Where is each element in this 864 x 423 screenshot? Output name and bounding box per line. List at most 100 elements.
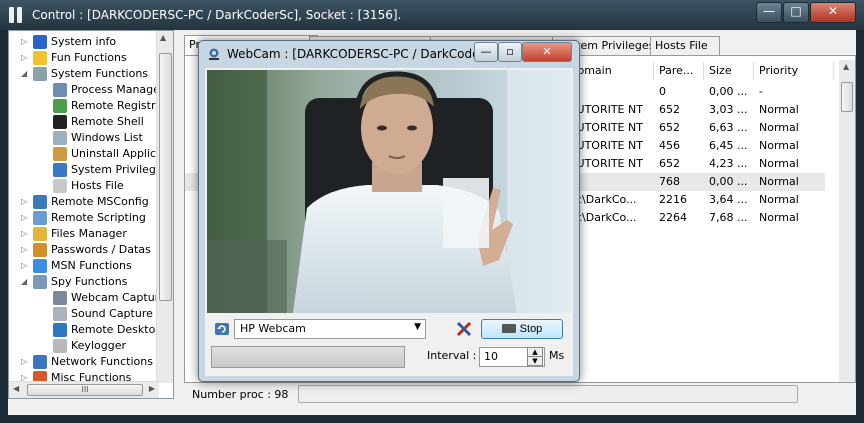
- cell-parent: 652: [659, 103, 680, 116]
- minimize-button[interactable]: —: [756, 2, 782, 23]
- webcam-video-frame: [207, 70, 571, 313]
- gear-icon: [33, 67, 47, 81]
- cell-domain: AUTORITE NT: [569, 103, 643, 116]
- desktop-icon: [53, 323, 67, 337]
- cell-parent: 652: [659, 157, 680, 170]
- webcam-device-select[interactable]: HP Webcam ▼: [234, 319, 426, 339]
- tree-item-label: Remote Desktop: [71, 323, 163, 336]
- tree-item-label: Webcam Capture: [71, 291, 166, 304]
- webcam-image: [207, 70, 571, 313]
- process-icon: [53, 83, 67, 97]
- tree-item-label: Sound Capture: [71, 307, 153, 320]
- window-list-icon: [53, 131, 67, 145]
- cell-size: 3,03 ...: [709, 103, 748, 116]
- network-icon: [33, 355, 47, 369]
- maximize-button[interactable]: □: [783, 2, 809, 23]
- msconfig-icon: [33, 195, 47, 209]
- keyboard-icon: [53, 339, 67, 353]
- settings-tools-icon[interactable]: [455, 320, 473, 338]
- close-button[interactable]: ✕: [810, 2, 856, 23]
- process-count: Number proc : 98: [192, 388, 289, 401]
- shield-icon: [53, 163, 67, 177]
- folder-icon: [33, 227, 47, 241]
- tree-expander-icon[interactable]: ▷: [21, 258, 31, 274]
- tree-expander-icon[interactable]: ▷: [21, 34, 31, 50]
- tree-item-label: Files Manager: [51, 227, 127, 240]
- key-icon: [33, 243, 47, 257]
- tree-item-label: Spy Functions: [51, 275, 128, 288]
- terminal-icon: [53, 115, 67, 129]
- info-icon: [33, 35, 47, 49]
- tree-expander-icon[interactable]: ▷: [21, 210, 31, 226]
- grid-vertical-scrollbar[interactable]: ▲: [839, 60, 855, 382]
- tree-item-label: Remote Shell: [71, 115, 144, 128]
- tree-scroll-thumb[interactable]: [159, 53, 172, 301]
- smiley-icon: [33, 51, 47, 65]
- tree-expander-icon[interactable]: ▷: [21, 50, 31, 66]
- tree-hscroll-thumb[interactable]: III: [27, 384, 143, 396]
- tree-expander-icon[interactable]: ▷: [21, 354, 31, 370]
- cell-domain: AUTORITE NT: [569, 157, 643, 170]
- chevron-down-icon[interactable]: ▼: [414, 322, 421, 332]
- webcam-window-icon: [207, 48, 221, 61]
- grid-scroll-up-icon[interactable]: ▲: [843, 62, 849, 71]
- cell-size: 3,64 ...: [709, 193, 748, 206]
- tree-item-label: System Privileges: [71, 163, 169, 176]
- interval-label: Interval :: [427, 349, 477, 362]
- tree-expander-icon[interactable]: ▷: [21, 194, 31, 210]
- cell-parent: 456: [659, 139, 680, 152]
- cell-parent: 768: [659, 175, 680, 188]
- cell-size: 6,45 ...: [709, 139, 748, 152]
- cell-parent: 652: [659, 121, 680, 134]
- cell-size: 0,00 ...: [709, 175, 748, 188]
- spin-down-icon[interactable]: ▼: [527, 356, 543, 366]
- cell-domain: Sc\DarkCo...: [569, 193, 637, 206]
- tree-expander-icon[interactable]: ▷: [21, 226, 31, 242]
- cell-parent: 2264: [659, 211, 687, 224]
- column-header-parent[interactable]: Pare...: [655, 62, 704, 80]
- script-icon: [33, 211, 47, 225]
- cell-size: 0,00 ...: [709, 85, 748, 98]
- refresh-devices-icon[interactable]: [213, 320, 231, 338]
- webcam-window-title: WebCam : [DARKCODERSC-PC / DarkCode...: [227, 47, 491, 61]
- cell-parent: 0: [659, 85, 666, 98]
- cell-priority: Normal: [759, 157, 799, 170]
- uninstall-icon: [53, 147, 67, 161]
- window-title: Control : [DARKCODERSC-PC / DarkCoderSc]…: [32, 8, 402, 22]
- webcam-minimize-button[interactable]: —: [474, 42, 498, 62]
- cell-parent: 2216: [659, 193, 687, 206]
- column-header-priority[interactable]: Priority: [755, 62, 834, 80]
- tree-item-label: Remote MSConfig: [51, 195, 149, 208]
- interval-unit: Ms: [549, 349, 565, 362]
- scroll-up-arrow-icon[interactable]: ▲: [160, 33, 166, 42]
- tree-item-label: Fun Functions: [51, 51, 127, 64]
- camera-icon: [501, 324, 516, 333]
- tree-item-label: Network Functions: [51, 355, 153, 368]
- tree-expander-icon[interactable]: ◢: [21, 274, 31, 290]
- tree-vertical-scrollbar[interactable]: ▲: [156, 31, 173, 383]
- cell-priority: Normal: [759, 175, 799, 188]
- scroll-left-arrow-icon[interactable]: ◀: [13, 384, 19, 393]
- function-tree: ▷ System info ▷ Fun Functions ◢ System Functi…: [8, 30, 174, 399]
- tab-hosts-file[interactable]: Hosts File: [650, 36, 720, 55]
- webcam-close-button[interactable]: ✕: [522, 42, 572, 62]
- stop-button[interactable]: Stop: [481, 319, 563, 339]
- cell-priority: Normal: [759, 121, 799, 134]
- webcam-maximize-button[interactable]: ▫: [498, 42, 522, 62]
- column-header-size[interactable]: Size: [705, 62, 754, 80]
- tree-expander-icon[interactable]: ◢: [21, 66, 31, 82]
- tree-item-label: Remote Registry: [71, 99, 162, 112]
- tree-expander-icon[interactable]: ▷: [21, 242, 31, 258]
- tree-item-label: Remote Scripting: [51, 211, 146, 224]
- interval-spinner[interactable]: ▲ ▼: [527, 347, 543, 366]
- msn-icon: [33, 259, 47, 273]
- webcam-icon: [53, 291, 67, 305]
- grid-scroll-thumb[interactable]: [841, 82, 853, 112]
- registry-icon: [53, 99, 67, 113]
- tree-item-label: Process Manager: [71, 83, 165, 96]
- status-progress-bar: [298, 385, 798, 403]
- tree-horizontal-scrollbar[interactable]: ◀ III ▶: [9, 381, 159, 398]
- tree-item-label: Keylogger: [71, 339, 126, 352]
- scroll-right-arrow-icon[interactable]: ▶: [149, 384, 155, 393]
- capture-progress-bar: [211, 346, 405, 368]
